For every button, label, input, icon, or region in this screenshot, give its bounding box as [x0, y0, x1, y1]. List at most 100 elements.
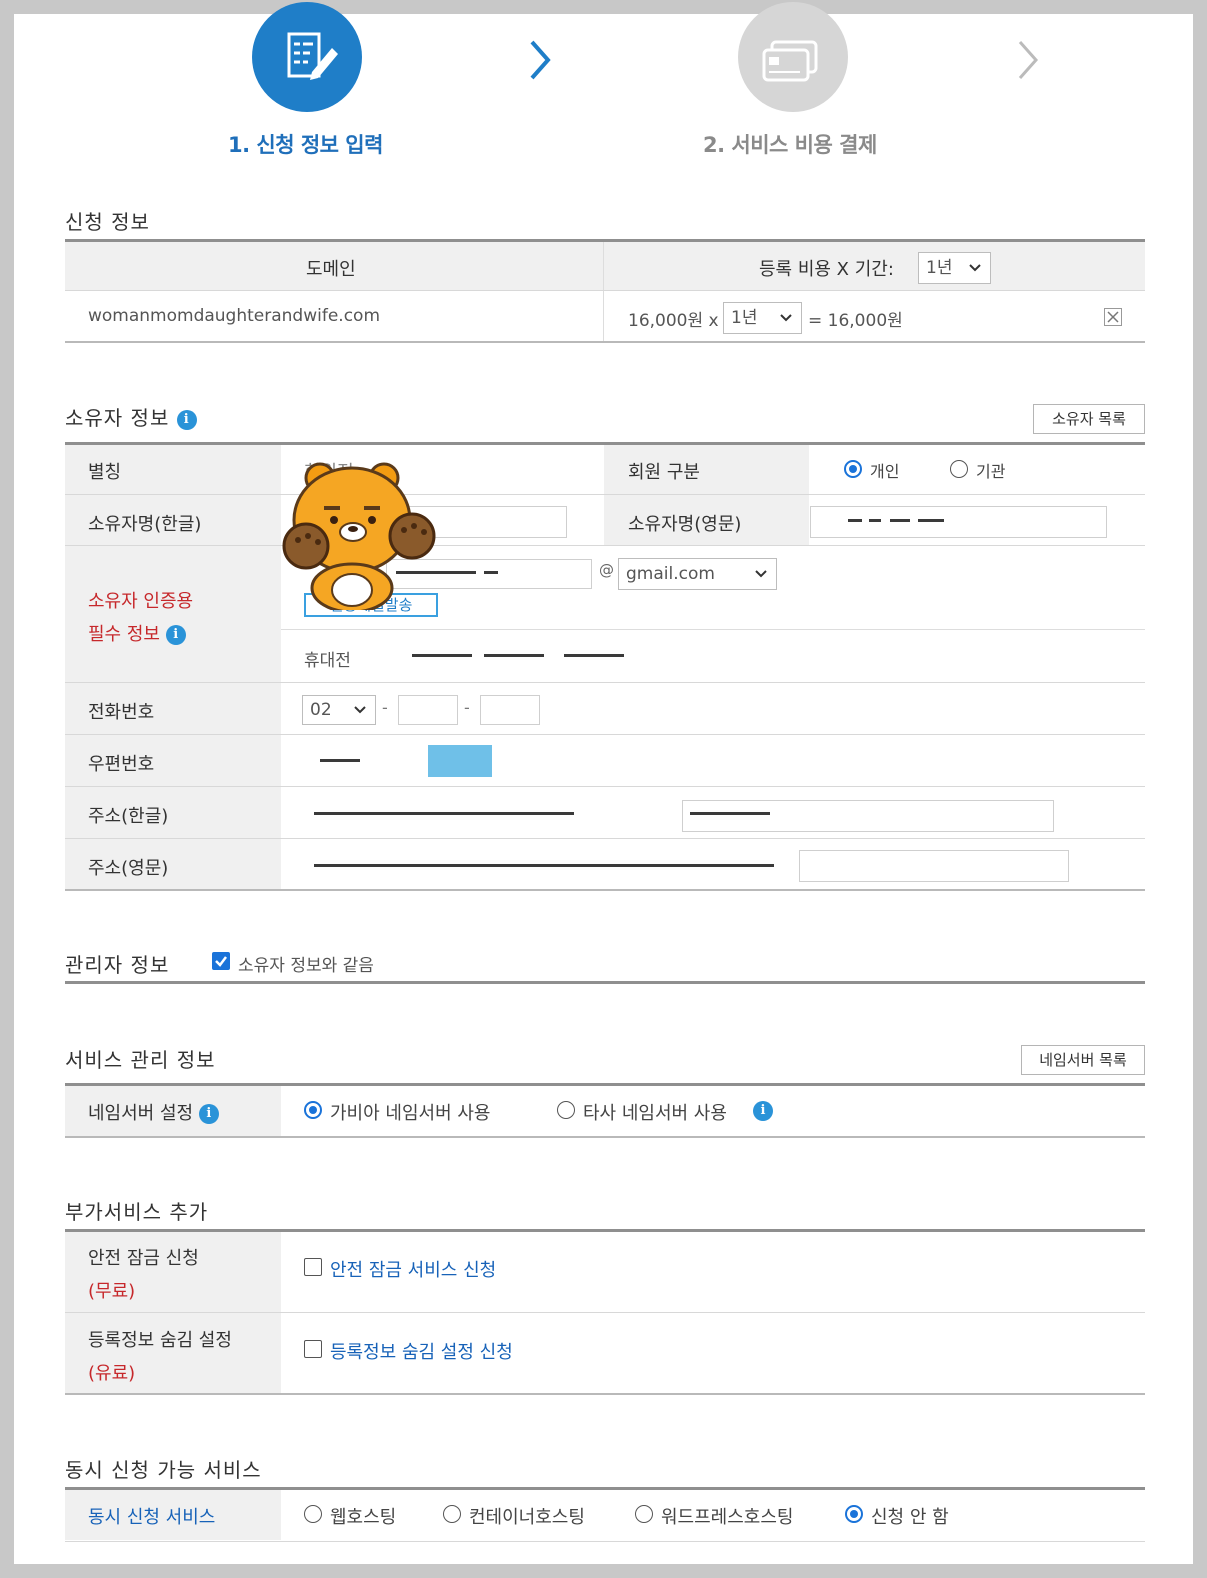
row-divider — [65, 545, 1145, 546]
redacted-text — [564, 654, 624, 657]
redacted-text — [869, 519, 881, 522]
phone-last-input[interactable] — [480, 695, 540, 725]
row-divider — [65, 1541, 1145, 1542]
info-icon[interactable]: i — [165, 625, 186, 645]
phone-label: 전화번호 — [88, 702, 155, 723]
step-1-label: 1. 신청 정보 입력 — [228, 133, 383, 157]
chevron-down-icon — [780, 314, 792, 322]
member-type-org-radio[interactable] — [950, 460, 968, 478]
no-concurrent-label: 신청 안 함 — [871, 1507, 949, 1528]
owner-name-en-input[interactable] — [810, 506, 1107, 538]
auth-label-line1: 소유자 인증용 — [88, 591, 194, 612]
period-select[interactable]: 1년 — [723, 302, 802, 334]
unit-price: 16,000원 x — [628, 311, 719, 331]
close-icon — [1107, 311, 1119, 323]
safe-lock-checkbox[interactable] — [304, 1258, 322, 1276]
container-hosting-label: 컨테이너호스팅 — [469, 1507, 585, 1528]
phone-middle-input[interactable] — [398, 695, 458, 725]
section-bottom-rule — [65, 1393, 1145, 1395]
admin-section-title: 관리자 정보 — [65, 953, 170, 977]
owner-list-button[interactable]: 소유자 목록 — [1033, 404, 1145, 434]
no-concurrent-radio[interactable] — [845, 1505, 863, 1523]
redacted-text — [848, 519, 862, 522]
member-type-personal-label: 개인 — [870, 462, 900, 481]
zip-search-button[interactable] — [428, 745, 492, 777]
redacted-text — [412, 654, 472, 657]
member-type-org-label: 기관 — [976, 462, 1006, 481]
redacted-text — [320, 759, 360, 762]
mobile-label: 휴대전 — [304, 651, 351, 671]
owner-title-text: 소유자 정보 — [65, 406, 170, 430]
other-ns-radio[interactable] — [557, 1101, 575, 1119]
member-type-label: 회원 구분 — [628, 462, 700, 483]
address-kr-label: 주소(한글) — [88, 806, 169, 827]
redacted-text — [484, 654, 544, 657]
redacted-text — [690, 812, 770, 815]
address-en-label: 주소(영문) — [88, 858, 169, 879]
chevron-down-icon — [969, 264, 981, 272]
row-divider — [65, 838, 1145, 839]
phone-area-select[interactable]: 02 — [302, 695, 376, 725]
privacy-option-label[interactable]: 등록정보 숨김 설정 신청 — [330, 1338, 513, 1364]
email-domain-select[interactable]: gmail.com — [618, 558, 777, 590]
info-icon[interactable]: i — [753, 1101, 773, 1121]
row-divider — [65, 734, 1145, 735]
ns-label-text: 네임서버 설정 — [88, 1103, 194, 1124]
row-divider — [65, 682, 1145, 683]
phone-area-value: 02 — [310, 700, 332, 720]
redacted-text — [314, 864, 774, 867]
remove-domain-button[interactable] — [1104, 308, 1122, 326]
row-divider — [65, 1312, 1145, 1313]
privacy-label: 등록정보 숨김 설정 — [88, 1330, 232, 1351]
gabia-ns-label: 가비아 네임서버 사용 — [330, 1103, 491, 1124]
step-1-circle — [252, 2, 362, 112]
addon-section-title: 부가서비스 추가 — [65, 1200, 209, 1224]
same-as-owner-label: 소유자 정보와 같음 — [238, 956, 374, 976]
phone-dash: - — [464, 698, 470, 717]
email-at-sign: @ — [599, 561, 614, 579]
privacy-price-note: (유료) — [88, 1363, 136, 1384]
service-section-title: 서비스 관리 정보 — [65, 1048, 216, 1072]
ryan-character-sticker — [282, 462, 436, 610]
domain-name: womanmomdaughterandwife.com — [88, 306, 381, 326]
gabia-ns-radio[interactable] — [304, 1101, 322, 1119]
safe-lock-label: 안전 잠금 신청 — [88, 1248, 199, 1269]
wordpress-hosting-label: 워드프레스호스팅 — [661, 1507, 794, 1528]
info-icon[interactable]: i — [198, 1104, 219, 1124]
row-divider — [65, 786, 1145, 787]
section-bottom-rule — [65, 1136, 1145, 1138]
auth-label-text: 필수 정보 — [88, 624, 160, 645]
step-2-label: 2. 서비스 비용 결제 — [703, 133, 877, 157]
domain-column-header: 도메인 — [306, 259, 356, 280]
concurrent-section-title: 동시 신청 가능 서비스 — [65, 1458, 262, 1482]
form-edit-icon — [287, 32, 338, 80]
row-divider — [65, 290, 1145, 291]
container-hosting-radio[interactable] — [443, 1505, 461, 1523]
privacy-checkbox[interactable] — [304, 1340, 322, 1358]
row-divider — [281, 629, 1145, 630]
redacted-text — [484, 571, 498, 574]
address-en-input[interactable] — [799, 850, 1069, 882]
period-header-select[interactable]: 1년 — [918, 252, 991, 284]
credit-card-icon — [762, 40, 818, 82]
application-page: 1. 신청 정보 입력 2. 서비스 비용 결제 신청 정보 도메인 등록 비용… — [14, 2, 1193, 1564]
wordpress-hosting-radio[interactable] — [635, 1505, 653, 1523]
step-2-circle — [738, 2, 848, 112]
fee-column-header: 등록 비용 X 기간: — [759, 259, 894, 280]
info-icon[interactable]: i — [176, 409, 197, 430]
row-divider — [65, 494, 1145, 495]
period-header-value: 1년 — [926, 258, 953, 278]
member-type-personal-radio[interactable] — [844, 460, 862, 478]
ns-setting-label: 네임서버 설정 i — [88, 1099, 219, 1125]
webhosting-radio[interactable] — [304, 1505, 322, 1523]
redacted-text — [890, 519, 910, 522]
auth-label-line2: 필수 정보 i — [88, 620, 186, 646]
safe-lock-option-label[interactable]: 안전 잠금 서비스 신청 — [330, 1256, 496, 1282]
chevron-right-icon — [1018, 41, 1039, 79]
zip-label: 우편번호 — [88, 754, 155, 775]
address-kr-detail-input[interactable] — [682, 800, 1054, 832]
same-as-owner-checkbox[interactable] — [212, 952, 230, 970]
section-bottom-rule — [65, 889, 1145, 891]
nameserver-list-button[interactable]: 네임서버 목록 — [1021, 1045, 1145, 1075]
total-price: = 16,000원 — [808, 311, 903, 331]
